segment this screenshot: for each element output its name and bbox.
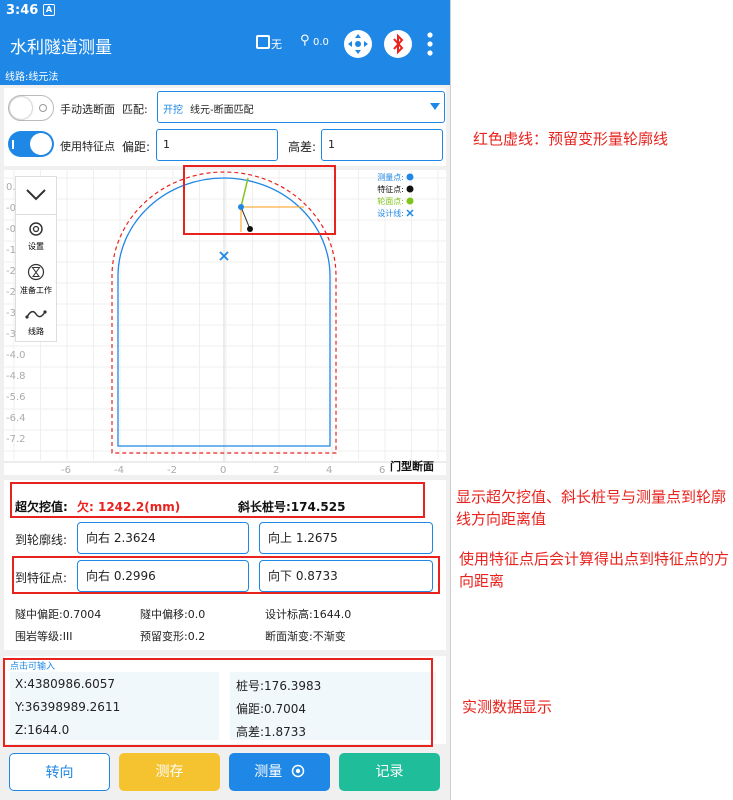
measure-button[interactable]: 测量 <box>229 753 330 791</box>
note-measured-display: 实测数据显示 <box>462 698 553 716</box>
hourglass-icon <box>27 263 45 281</box>
match-select[interactable]: 开挖 线元-断面匹配 <box>157 91 445 123</box>
manual-section-toggle[interactable] <box>8 95 54 121</box>
note-overbreak: 显示超欠挖值、斜长桩号与测量点到轮廓线方向距离值 <box>456 488 727 528</box>
turn-button[interactable]: 转向 <box>9 753 110 791</box>
move-button[interactable] <box>344 30 372 58</box>
status-time: 3:46 <box>6 3 39 18</box>
info-offset-shift: 隧中偏移:0.0 <box>140 608 206 621</box>
info-reserved-deform: 预留变形:0.2 <box>140 630 206 643</box>
x-tick-label: -4 <box>114 465 124 475</box>
y-tick-label: -7.2 <box>6 434 26 445</box>
x-tick-label: -6 <box>61 465 71 475</box>
signal-label: 无 <box>271 38 282 51</box>
legend-marker <box>406 185 414 193</box>
chart-title: 门型断面 <box>390 459 434 473</box>
contour-label: 到轮廓线: <box>15 533 68 547</box>
feature-point-label: 使用特征点 <box>60 140 115 153</box>
annotation-box-chart <box>183 165 336 235</box>
dropdown-arrow-icon <box>430 103 440 110</box>
manual-section-label: 手动选断面 <box>60 103 115 116</box>
annotation-box-overbreak <box>10 482 425 518</box>
legend-marker <box>406 209 414 217</box>
chevron-down-icon <box>26 189 46 201</box>
note-feature-distance: 使用特征点后会计算得出点到特征点的方向距离 <box>459 550 730 590</box>
offset-input[interactable]: 1 <box>156 129 278 161</box>
route-label: 线路:线元法 <box>5 72 59 83</box>
route-icon <box>25 310 47 319</box>
legend-label: 特征点: <box>377 184 404 194</box>
legend-label: 轮面点: <box>377 196 404 206</box>
chart-legend: 测量点: 特征点: 轮面点: 设计线: <box>377 173 414 218</box>
x-tick-label: 0 <box>220 465 226 475</box>
collapse-tool-button[interactable] <box>16 177 56 215</box>
match-select-value: 线元-断面匹配 <box>190 105 254 116</box>
measure-button-label: 测量 <box>254 764 283 780</box>
match-label: 匹配: <box>122 103 148 116</box>
notification-icon: A <box>43 4 55 16</box>
info-offset-center: 隧中偏距:0.7004 <box>15 608 102 621</box>
x-tick-label: 2 <box>273 465 279 475</box>
location-value: 0.0 <box>313 37 329 48</box>
y-tick-label: -6.4 <box>6 413 26 424</box>
settings-tool-label: 设置 <box>28 242 44 251</box>
y-tick-label: -5.6 <box>6 392 26 403</box>
target-icon <box>291 764 304 778</box>
route-tool-button[interactable]: 线路 <box>16 303 56 341</box>
x-tick-label: -2 <box>167 465 177 475</box>
info-design-elev: 设计标高:1644.0 <box>265 608 352 621</box>
contour-horizontal-box: 向右 2.3624 <box>77 522 249 554</box>
feature-point-toggle[interactable] <box>8 131 54 157</box>
annotation-box-measured <box>3 658 433 747</box>
info-section-gradient: 断面渐变:不渐变 <box>265 630 346 643</box>
y-tick-label: -4.8 <box>6 371 26 382</box>
legend-marker <box>406 197 414 205</box>
settings-tool-button[interactable]: 设置 <box>16 217 56 257</box>
legend-marker <box>406 173 414 181</box>
prepare-tool-label: 准备工作 <box>20 286 52 295</box>
bluetooth-button[interactable] <box>384 30 412 58</box>
bluetooth-icon <box>393 33 404 55</box>
height-diff-input[interactable]: 1 <box>321 129 443 161</box>
offset-label: 偏距: <box>122 140 151 154</box>
prepare-tool-button[interactable]: 准备工作 <box>16 261 56 301</box>
legend-label: 设计线: <box>377 208 404 218</box>
divider <box>450 0 451 800</box>
y-tick-label: -4.0 <box>6 350 26 361</box>
note-red-dashed: 红色虚线：预留变形量轮廓线 <box>473 130 669 148</box>
match-select-prefix: 开挖 <box>163 105 183 116</box>
signal-icon[interactable] <box>256 35 270 49</box>
info-rock-grade: 围岩等级:III <box>15 630 73 643</box>
annotation-box-feature <box>12 556 440 594</box>
side-toolbar: 设置 准备工作 线路 <box>15 176 57 342</box>
store-button[interactable]: 测存 <box>119 753 220 791</box>
move-icon <box>348 34 368 54</box>
location-pin-icon: ⚲ <box>300 33 310 48</box>
more-menu-icon[interactable] <box>425 31 435 57</box>
record-button[interactable]: 记录 <box>339 753 440 791</box>
contour-vertical-box: 向上 1.2675 <box>259 522 433 554</box>
status-bar: 3:46 A <box>0 0 450 22</box>
route-tool-label: 线路 <box>28 327 44 336</box>
route-bar: 线路:线元法 <box>0 66 450 85</box>
app-title: 水利隧道测量 <box>10 38 112 58</box>
legend-label: 测量点: <box>377 173 404 182</box>
x-tick-label: 6 <box>379 465 385 475</box>
app-bar: 水利隧道测量 无 ⚲ 0.0 <box>0 22 450 66</box>
height-diff-label: 高差: <box>288 140 317 154</box>
x-tick-label: 4 <box>326 465 332 475</box>
gear-icon <box>29 222 43 236</box>
